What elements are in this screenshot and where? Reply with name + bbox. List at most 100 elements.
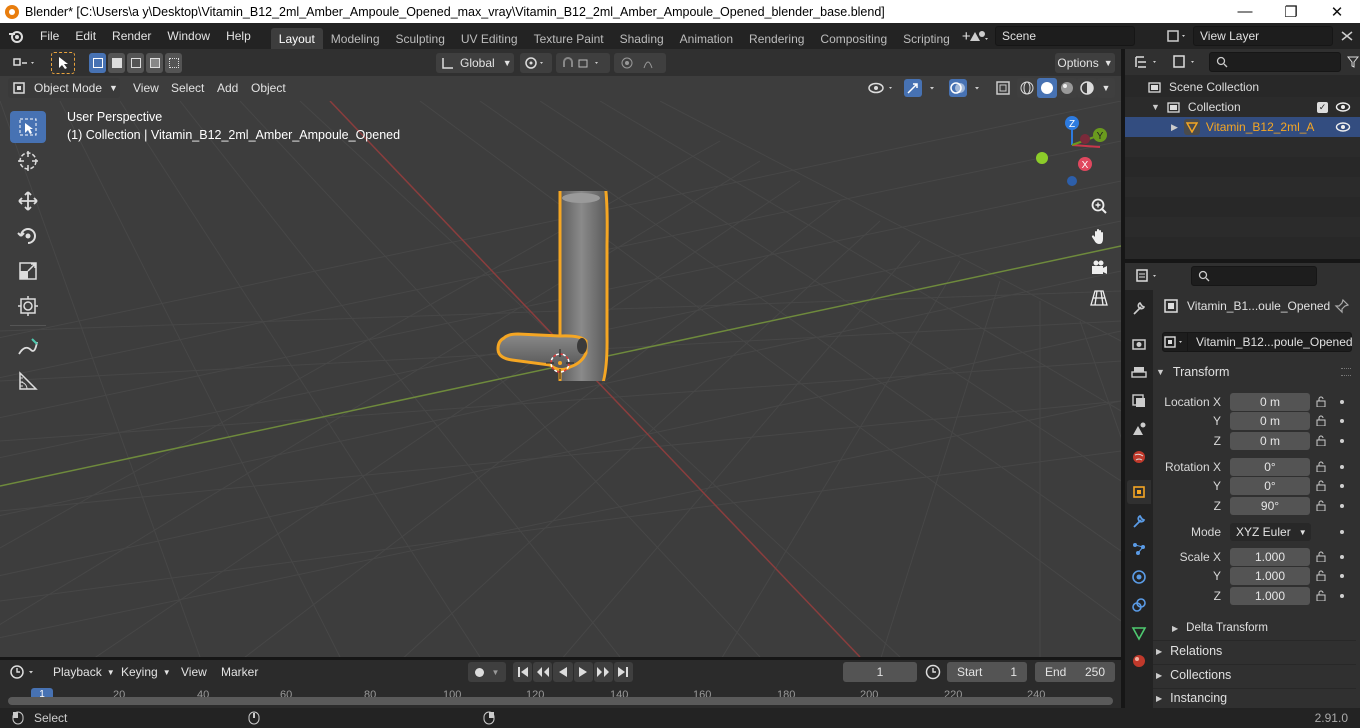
- gizmo-toggle-icon[interactable]: [903, 78, 943, 98]
- navigation-gizmo[interactable]: Z Y X: [1032, 113, 1120, 191]
- properties-search-field[interactable]: [1191, 266, 1317, 286]
- world-tab-icon[interactable]: [1127, 445, 1151, 469]
- view-layer-tab-icon[interactable]: [1127, 389, 1151, 413]
- object-mode-dropdown[interactable]: Object Mode ▼: [8, 78, 120, 98]
- xray-toggle-icon[interactable]: [994, 79, 1012, 97]
- pin-icon[interactable]: [1334, 298, 1350, 314]
- scale-tool-icon[interactable]: [10, 255, 46, 287]
- outliner-search-field[interactable]: [1209, 52, 1341, 72]
- tab-rendering[interactable]: Rendering: [741, 28, 812, 49]
- jump-end-icon[interactable]: [613, 662, 634, 682]
- measure-tool-icon[interactable]: [10, 365, 46, 397]
- visibility-icon[interactable]: [866, 79, 898, 97]
- view-layer-icon[interactable]: [1162, 26, 1192, 46]
- current-frame-field[interactable]: 1: [843, 662, 917, 682]
- start-frame-field[interactable]: Start 1: [947, 662, 1027, 682]
- keyframe-dot[interactable]: [1340, 439, 1344, 443]
- output-tab-icon[interactable]: [1127, 361, 1151, 385]
- properties-editor-type-icon[interactable]: [1135, 267, 1165, 285]
- marker-menu[interactable]: Marker: [221, 664, 258, 680]
- rendered-shading-icon[interactable]: [1077, 78, 1097, 98]
- keyframe-dot[interactable]: [1340, 530, 1344, 534]
- lock-icon[interactable]: [1316, 461, 1328, 472]
- wireframe-shading-icon[interactable]: [1017, 78, 1037, 98]
- transform-orientation-dropdown[interactable]: Global ▼: [436, 53, 514, 73]
- remove-view-layer-icon[interactable]: [1338, 28, 1356, 44]
- keyframe-dot[interactable]: [1340, 555, 1344, 559]
- keyframe-dot[interactable]: [1340, 504, 1344, 508]
- select-box-tool-icon[interactable]: [51, 52, 75, 74]
- location-x-field[interactable]: 0 m: [1230, 393, 1310, 411]
- pivot-point-icon[interactable]: [520, 53, 552, 73]
- end-frame-field[interactable]: End 250: [1035, 662, 1115, 682]
- minimize-button[interactable]: —: [1222, 0, 1268, 23]
- lock-icon[interactable]: [1316, 500, 1328, 511]
- expand-arrow-icon[interactable]: ▼: [1151, 102, 1160, 112]
- object-visibility-eye-icon[interactable]: [1335, 121, 1351, 133]
- scene-name-field[interactable]: Scene: [995, 26, 1135, 46]
- playback-menu[interactable]: Playback ▼: [53, 664, 115, 680]
- tab-sculpting[interactable]: Sculpting: [388, 28, 453, 49]
- keyframe-dot[interactable]: [1340, 484, 1344, 488]
- mode-subtract-icon[interactable]: [127, 53, 144, 73]
- jump-start-icon[interactable]: [513, 662, 533, 682]
- rotation-mode-dropdown[interactable]: XYZ Euler ▼: [1230, 523, 1311, 541]
- gizmo-neg-y-axis[interactable]: [1036, 152, 1048, 164]
- lock-icon[interactable]: [1316, 480, 1328, 491]
- play-icon[interactable]: [573, 662, 593, 682]
- move-tool-icon[interactable]: [10, 185, 46, 217]
- solid-shading-icon[interactable]: [1037, 78, 1057, 98]
- view-layer-field[interactable]: View Layer: [1193, 26, 1333, 46]
- menu-select[interactable]: Select: [171, 80, 204, 96]
- rotate-tool-icon[interactable]: [10, 220, 46, 252]
- constraints-tab-icon[interactable]: [1127, 593, 1151, 617]
- auto-keying-toggle[interactable]: ▼: [468, 662, 506, 682]
- object-tab-icon[interactable]: [1127, 480, 1151, 504]
- outliner-row-scene-collection[interactable]: Scene Collection: [1125, 77, 1360, 97]
- outliner-row-collection[interactable]: ▼ Collection ✓: [1125, 97, 1360, 117]
- blender-menu-icon[interactable]: [0, 29, 32, 43]
- options-dropdown[interactable]: Options ▼: [1055, 53, 1115, 73]
- cursor-tool-icon[interactable]: [10, 145, 46, 177]
- maximize-button[interactable]: ❐: [1268, 0, 1314, 23]
- tab-animation[interactable]: Animation: [672, 28, 741, 49]
- display-mode-icon[interactable]: [1171, 53, 1201, 71]
- location-z-field[interactable]: 0 m: [1230, 432, 1310, 450]
- physics-tab-icon[interactable]: [1127, 565, 1151, 589]
- menu-render[interactable]: Render: [104, 29, 159, 43]
- material-tab-icon[interactable]: [1127, 649, 1151, 673]
- tab-texture-paint[interactable]: Texture Paint: [526, 28, 612, 49]
- menu-file[interactable]: File: [32, 29, 67, 43]
- menu-window[interactable]: Window: [159, 29, 218, 43]
- lock-icon[interactable]: [1316, 435, 1328, 446]
- ampoule-object[interactable]: [490, 191, 620, 381]
- camera-view-icon[interactable]: [1086, 255, 1112, 281]
- lock-icon[interactable]: [1316, 590, 1328, 601]
- menu-add[interactable]: Add: [217, 80, 238, 96]
- delta-transform-subpanel[interactable]: ▶ Delta Transform: [1172, 617, 1342, 639]
- keyframe-dot[interactable]: [1340, 574, 1344, 578]
- rotation-y-field[interactable]: 0°: [1230, 477, 1310, 495]
- timeline-scrollbar[interactable]: [8, 697, 1113, 705]
- lock-icon[interactable]: [1316, 396, 1328, 407]
- play-reverse-icon[interactable]: [553, 662, 573, 682]
- keyframe-dot[interactable]: [1340, 419, 1344, 423]
- scale-x-field[interactable]: 1.000: [1230, 548, 1310, 566]
- tool-settings-tab-icon[interactable]: [1127, 296, 1151, 320]
- menu-object[interactable]: Object: [251, 80, 286, 96]
- scene-icon[interactable]: [964, 26, 994, 46]
- menu-help[interactable]: Help: [218, 29, 259, 43]
- timeline-view-menu[interactable]: View: [181, 664, 207, 680]
- scale-z-field[interactable]: 1.000: [1230, 587, 1310, 605]
- tab-uv-editing[interactable]: UV Editing: [453, 28, 526, 49]
- gizmo-neg-x-axis[interactable]: [1080, 134, 1090, 144]
- transform-panel-header[interactable]: ▼ Transform: [1156, 361, 1354, 383]
- object-datablock-icon[interactable]: [1163, 333, 1188, 351]
- collections-panel-header[interactable]: ▶ Collections: [1156, 664, 1354, 686]
- zoom-icon[interactable]: [1086, 193, 1112, 219]
- keyframe-dot[interactable]: [1340, 400, 1344, 404]
- close-button[interactable]: ✕: [1314, 0, 1360, 23]
- jump-keyframe-back-icon[interactable]: [533, 662, 553, 682]
- editor-type-icon[interactable]: [8, 53, 40, 73]
- transform-tool-icon[interactable]: [10, 290, 46, 322]
